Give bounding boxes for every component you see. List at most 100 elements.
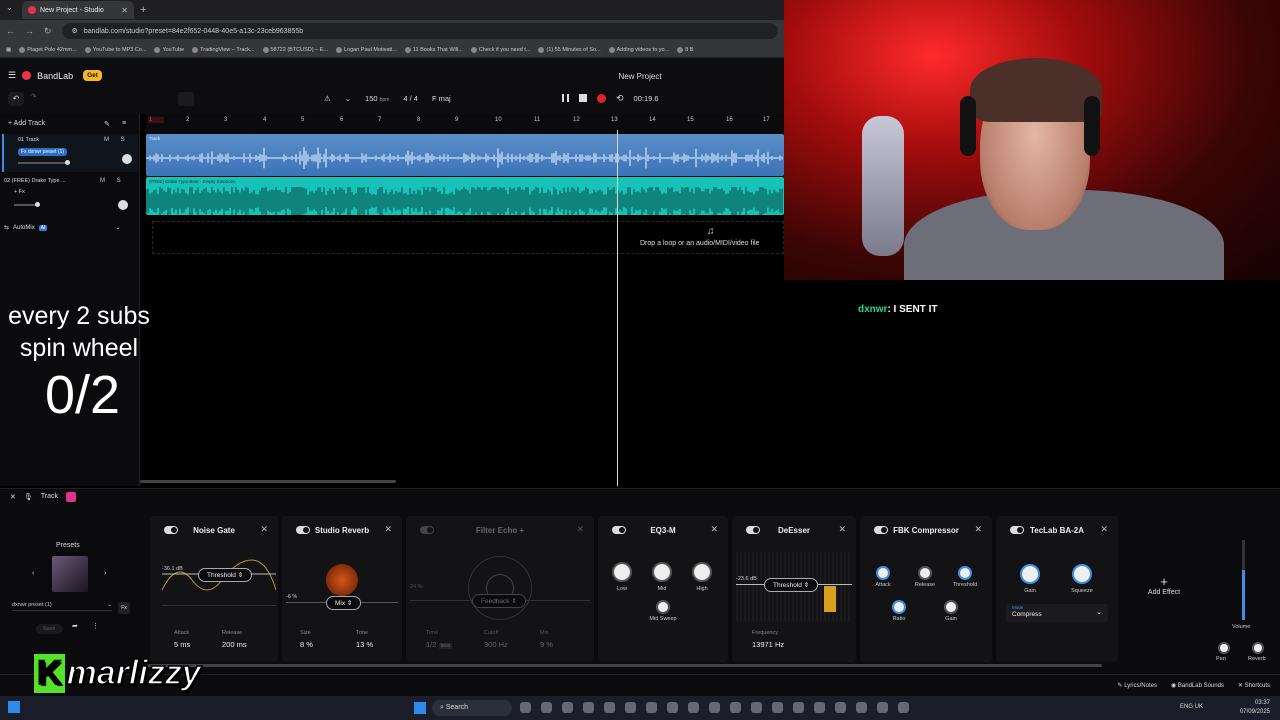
share-icon[interactable]: ➦ (72, 622, 78, 630)
chevron-down-icon[interactable]: ⌄ (345, 94, 351, 103)
preset-fx-button[interactable]: Fx (118, 602, 130, 614)
frequency-value[interactable]: 13971 Hz (752, 640, 784, 649)
app-icon[interactable] (688, 702, 699, 713)
app-icon[interactable] (667, 702, 678, 713)
save-preset-button[interactable]: Save (36, 624, 63, 634)
redo-icon[interactable]: ↷ (30, 92, 37, 101)
taskbar-search[interactable]: ⌕ Search (432, 700, 512, 716)
new-tab-icon[interactable]: + (140, 4, 146, 16)
next-preset-icon[interactable]: › (104, 570, 106, 577)
eq-mid-sweep-knob[interactable] (656, 600, 670, 614)
bookmark[interactable]: YouTube (154, 46, 184, 53)
release-value[interactable]: 200 ms (222, 640, 247, 649)
track-2-name[interactable]: 02 (FREE) Drake Type ... (4, 178, 66, 184)
horizontal-scrollbar[interactable] (140, 480, 396, 483)
comp-threshold-knob[interactable] (958, 566, 972, 580)
app-icon[interactable] (604, 702, 615, 713)
bookmark[interactable]: Adding videos to yo... (608, 46, 669, 53)
site-info-icon[interactable]: ⚙ (72, 27, 78, 35)
key-signature[interactable]: F maj (432, 94, 451, 103)
app-icon[interactable] (877, 702, 888, 713)
attack-value[interactable]: 5 ms (174, 640, 190, 649)
track-1-pan-knob[interactable] (122, 154, 132, 164)
grid-icon[interactable] (178, 92, 194, 106)
track-2-pan-knob[interactable] (118, 200, 128, 210)
eq-high-knob[interactable] (692, 562, 712, 582)
size-value[interactable]: 8 % (300, 640, 313, 649)
close-icon[interactable]: ✕ (10, 493, 16, 501)
close-icon[interactable]: ✕ (974, 524, 982, 535)
app-icon[interactable] (583, 702, 594, 713)
pencil-icon[interactable]: ✎ (104, 120, 110, 128)
app-icon[interactable] (541, 702, 552, 713)
threshold-pill[interactable]: Threshold ⇕ (198, 568, 253, 582)
track-1-clip[interactable]: Track (146, 134, 784, 176)
time-value[interactable]: 1/2 beat (426, 640, 453, 649)
echo-mix-value[interactable]: 9 % (540, 640, 553, 649)
lyrics-notes-button[interactable]: ✎ Lyrics/Notes (1117, 682, 1157, 689)
feedback-pill[interactable]: Feedback ⇕ (472, 594, 526, 608)
playhead[interactable] (617, 130, 618, 486)
track-1-volume-slider[interactable] (18, 160, 70, 165)
language-indicator[interactable]: ENG UK (1180, 704, 1203, 710)
track-row-1[interactable]: 01 Track Fx dxnwr preset (1) M S (2, 134, 138, 172)
app-icon[interactable] (898, 702, 909, 713)
mixer-icon[interactable]: ≡ (122, 120, 126, 127)
metronome-icon[interactable]: ⚠ (324, 94, 331, 103)
mix-pill[interactable]: Mix ⇕ (326, 596, 362, 610)
reload-icon[interactable]: ↻ (44, 26, 52, 37)
tec-gain-knob[interactable] (1020, 564, 1040, 584)
close-icon[interactable]: ✕ (710, 524, 718, 535)
tec-mode-select[interactable]: Mode Compress ⌄ (1006, 604, 1108, 622)
tab-search-icon[interactable]: ⌄ (6, 3, 13, 12)
bookmark[interactable]: YouTube to MP3 Co... (84, 46, 146, 53)
chevron-down-icon[interactable]: ⌄ (115, 224, 120, 231)
undo-icon[interactable]: ↶ (8, 92, 24, 106)
app-icon[interactable] (625, 702, 636, 713)
track-1-preset[interactable]: Fx dxnwr preset (1) (18, 148, 68, 156)
pause-icon[interactable] (562, 94, 569, 102)
comp-gain-knob[interactable] (944, 600, 958, 614)
bookmark[interactable]: (1) 55 Minutes of So... (538, 46, 601, 53)
bookmark[interactable]: 8 B (677, 46, 693, 53)
app-icon[interactable] (709, 702, 720, 713)
record-icon[interactable] (597, 93, 606, 103)
mute-solo-buttons[interactable]: M S (104, 137, 130, 143)
prev-preset-icon[interactable]: ‹ (32, 570, 34, 577)
app-icon[interactable] (835, 702, 846, 713)
bookmark[interactable]: 11 Books That Will... (404, 46, 463, 53)
address-bar[interactable]: ⚙ bandlab.com/studio?preset=84e2f652-044… (61, 23, 778, 39)
bandlab-sounds-button[interactable]: ◉ BandLab Sounds (1171, 682, 1224, 689)
preset-select[interactable]: dxnwr preset (1) ⌄ (12, 602, 112, 611)
deesser-threshold-pill[interactable]: Threshold ⇕ (764, 578, 819, 592)
tec-squeeze-knob[interactable] (1072, 564, 1092, 584)
app-icon[interactable] (751, 702, 762, 713)
windows-start-icon[interactable] (414, 702, 426, 714)
stop-icon[interactable] (579, 94, 587, 102)
bookmark[interactable]: Check if you need t... (470, 46, 530, 53)
back-icon[interactable]: ← (6, 26, 15, 36)
forward-icon[interactable]: → (25, 26, 34, 36)
get-button[interactable]: Get (83, 70, 102, 81)
track-2-volume-slider[interactable] (14, 202, 40, 207)
tab-close-icon[interactable]: ✕ (121, 6, 128, 15)
effects-scrollbar[interactable] (146, 664, 1102, 667)
project-title[interactable]: New Project (600, 72, 680, 81)
menu-icon[interactable]: ☰ (8, 70, 16, 81)
widgets-icon[interactable] (8, 701, 20, 713)
reverb-send-knob[interactable] (1252, 642, 1264, 654)
comp-ratio-knob[interactable] (892, 600, 906, 614)
track-1-name[interactable]: 01 Track (18, 137, 39, 143)
time-signature[interactable]: 4 / 4 (403, 94, 418, 103)
app-icon[interactable] (772, 702, 783, 713)
bookmark[interactable]: Piaget Polo 42mm... (19, 46, 77, 53)
app-icon[interactable] (856, 702, 867, 713)
close-icon[interactable]: ✕ (260, 524, 268, 535)
bookmark[interactable]: 58722 (BTCUSD) – E... (262, 46, 328, 53)
track-2-fx[interactable]: + Fx (14, 189, 25, 195)
add-effect-button[interactable]: + Add Effect (1146, 574, 1182, 596)
pan-knob[interactable] (1218, 642, 1230, 654)
close-icon[interactable]: ✕ (838, 524, 846, 535)
apps-icon[interactable]: ▦ (6, 47, 11, 53)
close-icon[interactable]: ✕ (384, 524, 392, 535)
